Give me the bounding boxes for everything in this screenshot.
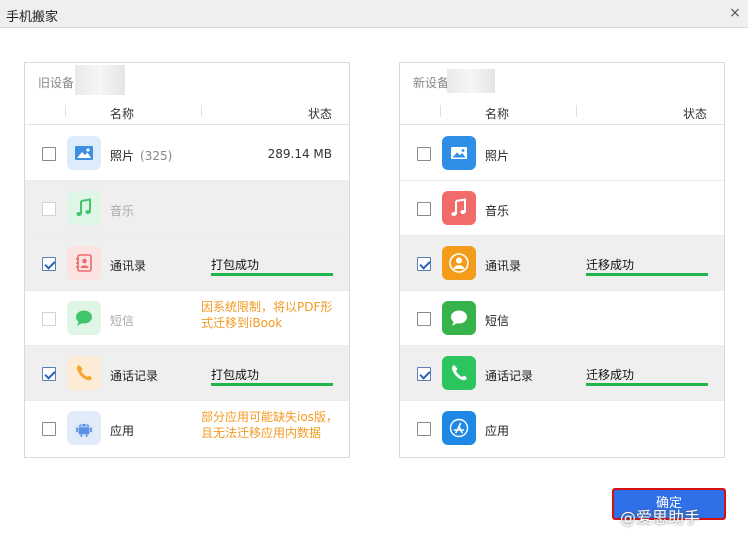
new-row-call-log: 通话记录 迁移成功 bbox=[400, 346, 724, 401]
column-divider bbox=[65, 105, 66, 117]
device-name-redacted bbox=[75, 65, 125, 95]
photos-icon bbox=[67, 136, 101, 170]
phone-icon bbox=[67, 356, 101, 390]
column-divider bbox=[440, 105, 441, 117]
contacts-icon bbox=[442, 246, 476, 280]
messages-label: 短信 bbox=[485, 314, 510, 328]
call-log-progress-bar bbox=[586, 383, 708, 386]
contacts-icon bbox=[67, 246, 101, 280]
call-log-label: 通话记录 bbox=[485, 369, 534, 383]
name-column-header: 名称 bbox=[485, 107, 510, 121]
new-device-header: 新设备 bbox=[400, 63, 724, 97]
contacts-label: 通讯录 bbox=[110, 259, 147, 273]
new-row-music: 音乐 bbox=[400, 181, 724, 236]
column-divider bbox=[576, 105, 577, 117]
music-icon bbox=[67, 191, 101, 225]
music-checkbox[interactable] bbox=[417, 202, 431, 216]
window-title: 手机搬家 bbox=[6, 10, 59, 25]
contacts-status: 迁移成功 bbox=[586, 258, 635, 272]
android-icon bbox=[67, 411, 101, 445]
device-name-redacted bbox=[447, 69, 495, 93]
old-row-music: 音乐 bbox=[25, 181, 349, 236]
messages-note: 因系统限制，将以PDF形式迁移到iBook bbox=[201, 300, 333, 330]
contacts-progress-bar bbox=[211, 273, 333, 276]
photos-size: 289.14 MB bbox=[267, 147, 332, 161]
call-log-status: 打包成功 bbox=[211, 368, 260, 382]
photos-label: 照片 bbox=[485, 149, 510, 163]
apps-label: 应用 bbox=[485, 424, 510, 438]
call-log-checkbox[interactable] bbox=[42, 367, 56, 381]
watermark: @爱思助手 bbox=[620, 508, 701, 527]
new-row-contacts: 通讯录 迁移成功 bbox=[400, 236, 724, 291]
old-device-header: 旧设备 bbox=[25, 63, 349, 97]
call-log-status: 迁移成功 bbox=[586, 368, 635, 382]
apps-checkbox[interactable] bbox=[42, 422, 56, 436]
new-device-column-header: 名称 状态 bbox=[400, 97, 724, 125]
column-divider bbox=[201, 105, 202, 117]
old-row-call-log: 通话记录 打包成功 bbox=[25, 346, 349, 401]
apps-checkbox[interactable] bbox=[417, 422, 431, 436]
new-device-label: 新设备 bbox=[413, 76, 450, 90]
messages-icon bbox=[67, 301, 101, 335]
app-store-icon bbox=[442, 411, 476, 445]
photos-icon bbox=[442, 136, 476, 170]
old-device-panel: 旧设备 名称 状态 照片 (325) 289.14 MB 音乐 通讯录 打包成功 bbox=[24, 62, 350, 458]
new-row-photos: 照片 bbox=[400, 126, 724, 181]
new-row-messages: 短信 bbox=[400, 291, 724, 346]
photos-checkbox[interactable] bbox=[42, 147, 56, 161]
music-label: 音乐 bbox=[110, 204, 135, 218]
old-row-messages: 短信 因系统限制，将以PDF形式迁移到iBook bbox=[25, 291, 349, 346]
close-icon[interactable]: × bbox=[728, 4, 742, 22]
new-device-panel: 新设备 名称 状态 照片 音乐 通讯录 迁移成功 短信 通话记录 迁移成功 应用 bbox=[399, 62, 725, 458]
contacts-checkbox[interactable] bbox=[417, 257, 431, 271]
title-bar: 手机搬家 × bbox=[0, 0, 748, 28]
apps-label: 应用 bbox=[110, 424, 135, 438]
messages-label: 短信 bbox=[110, 314, 135, 328]
music-label: 音乐 bbox=[485, 204, 510, 218]
status-column-header: 状态 bbox=[307, 107, 332, 121]
photos-checkbox[interactable] bbox=[417, 147, 431, 161]
new-row-apps: 应用 bbox=[400, 401, 724, 456]
old-device-column-header: 名称 状态 bbox=[25, 97, 349, 125]
call-log-progress-bar bbox=[211, 383, 333, 386]
photos-label: 照片 (325) bbox=[110, 147, 172, 164]
messages-checkbox[interactable] bbox=[417, 312, 431, 326]
music-checkbox bbox=[42, 202, 56, 216]
call-log-label: 通话记录 bbox=[110, 369, 159, 383]
contacts-label: 通讯录 bbox=[485, 259, 522, 273]
call-log-checkbox[interactable] bbox=[417, 367, 431, 381]
old-device-label: 旧设备 bbox=[38, 76, 75, 90]
contacts-checkbox[interactable] bbox=[42, 257, 56, 271]
contacts-progress-bar bbox=[586, 273, 708, 276]
old-row-photos: 照片 (325) 289.14 MB bbox=[25, 126, 349, 181]
messages-icon bbox=[442, 301, 476, 335]
music-icon bbox=[442, 191, 476, 225]
photos-count: (325) bbox=[140, 149, 173, 163]
status-column-header: 状态 bbox=[682, 107, 707, 121]
old-row-apps: 应用 部分应用可能缺失ios版，且无法迁移应用内数据 bbox=[25, 401, 349, 456]
name-column-header: 名称 bbox=[110, 107, 135, 121]
messages-checkbox bbox=[42, 312, 56, 326]
phone-icon bbox=[442, 356, 476, 390]
contacts-status: 打包成功 bbox=[211, 258, 260, 272]
old-row-contacts: 通讯录 打包成功 bbox=[25, 236, 349, 291]
apps-note: 部分应用可能缺失ios版，且无法迁移应用内数据 bbox=[201, 410, 338, 440]
photos-name: 照片 bbox=[110, 149, 135, 163]
